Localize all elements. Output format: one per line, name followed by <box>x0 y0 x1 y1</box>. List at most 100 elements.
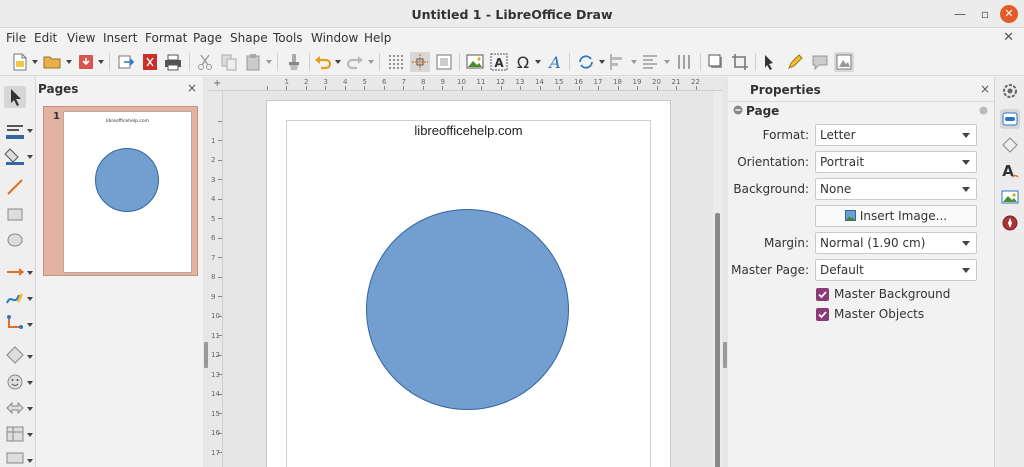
print-icon[interactable] <box>163 52 183 72</box>
new-document-icon[interactable] <box>10 52 30 72</box>
export-icon[interactable] <box>116 52 136 72</box>
paste-icon[interactable] <box>243 52 263 72</box>
navigator-deck-icon[interactable] <box>1000 213 1020 233</box>
chevron-down-icon[interactable] <box>599 59 605 65</box>
circle-shape[interactable] <box>366 209 569 410</box>
minimize-icon[interactable]: — <box>952 6 968 22</box>
chevron-down-icon[interactable] <box>27 380 33 386</box>
close-window-icon[interactable]: ✕ <box>1000 5 1018 23</box>
save-icon[interactable] <box>76 52 96 72</box>
chevron-down-icon[interactable] <box>98 59 104 65</box>
redo-icon[interactable] <box>345 52 365 72</box>
sidebar-settings-icon[interactable] <box>1000 81 1020 101</box>
clone-formatting-icon[interactable] <box>284 52 304 72</box>
open-folder-icon[interactable] <box>42 52 62 72</box>
glue-points-icon[interactable] <box>810 52 830 72</box>
chevron-down-icon[interactable] <box>27 128 33 134</box>
drawing-page[interactable]: libreofficehelp.com <box>267 101 670 467</box>
menu-shape[interactable]: Shape <box>230 31 268 45</box>
chevron-down-icon[interactable] <box>27 270 33 276</box>
select-arrow-icon[interactable] <box>4 86 26 108</box>
chevron-down-icon[interactable] <box>535 59 541 65</box>
menu-page[interactable]: Page <box>193 31 222 45</box>
master-background-label[interactable]: Master Background <box>834 287 950 301</box>
format-select[interactable]: Letter <box>815 124 977 146</box>
properties-deck-icon[interactable] <box>1000 109 1020 129</box>
callouts-icon[interactable] <box>4 449 26 467</box>
arrange-icon[interactable] <box>640 52 660 72</box>
margin-select[interactable]: Normal (1.90 cm) <box>815 232 977 254</box>
chevron-down-icon[interactable] <box>335 59 341 65</box>
toggle-extrusion-icon[interactable] <box>785 52 805 72</box>
master-background-checkbox[interactable] <box>816 288 829 301</box>
drawing-canvas[interactable]: libreofficehelp.com <box>223 91 713 467</box>
chevron-down-icon[interactable] <box>27 432 33 438</box>
show-draw-functions-icon[interactable] <box>834 52 854 72</box>
splitter-handle[interactable] <box>204 342 208 368</box>
symbol-shapes-icon[interactable] <box>4 371 26 393</box>
fontwork-icon[interactable]: A <box>545 52 565 72</box>
copy-icon[interactable] <box>219 52 239 72</box>
orientation-select[interactable]: Portrait <box>815 151 977 173</box>
zoom-page-icon[interactable] <box>434 52 454 72</box>
transformations-icon[interactable] <box>576 52 596 72</box>
crop-icon[interactable] <box>730 52 750 72</box>
fill-color-icon[interactable] <box>4 145 26 167</box>
connector-tool-icon[interactable] <box>4 313 26 335</box>
scrollbar-thumb[interactable] <box>715 213 720 467</box>
chevron-down-icon[interactable] <box>27 322 33 328</box>
undo-icon[interactable] <box>313 52 333 72</box>
insert-image-button[interactable]: Insert Image... <box>815 205 977 227</box>
menu-format[interactable]: Format <box>145 31 187 45</box>
menu-file[interactable]: File <box>6 31 26 45</box>
master-objects-label[interactable]: Master Objects <box>834 307 924 321</box>
line-tool-icon[interactable] <box>4 176 26 198</box>
chevron-down-icon[interactable] <box>664 59 670 65</box>
splitter-handle[interactable] <box>723 342 727 368</box>
helplines-icon[interactable] <box>410 52 430 72</box>
vertical-scrollbar[interactable] <box>713 91 722 467</box>
flowchart-icon[interactable] <box>4 423 26 445</box>
chevron-down-icon[interactable] <box>27 354 33 360</box>
insert-image-icon[interactable] <box>465 52 485 72</box>
background-select[interactable]: None <box>815 178 977 200</box>
chevron-down-icon[interactable] <box>27 154 33 160</box>
chevron-down-icon[interactable] <box>32 59 38 65</box>
cut-icon[interactable] <box>195 52 215 72</box>
menu-insert[interactable]: Insert <box>103 31 137 45</box>
insert-textbox-icon[interactable]: A <box>489 52 509 72</box>
chevron-down-icon[interactable] <box>631 59 637 65</box>
page-thumbnail[interactable]: libreofficehelp.com <box>63 111 192 273</box>
master-page-select[interactable]: Default <box>815 259 977 281</box>
menu-tools[interactable]: Tools <box>273 31 303 45</box>
curve-tool-icon[interactable] <box>4 287 26 309</box>
chevron-down-icon[interactable] <box>266 59 272 65</box>
chevron-down-icon[interactable] <box>66 59 72 65</box>
rectangle-tool-icon[interactable] <box>4 203 26 225</box>
gallery-deck-icon[interactable] <box>1000 187 1020 207</box>
master-objects-checkbox[interactable] <box>816 308 829 321</box>
chevron-down-icon[interactable] <box>368 59 374 65</box>
close-icon[interactable]: × <box>187 81 197 95</box>
close-icon[interactable]: × <box>980 82 990 96</box>
collapse-icon[interactable] <box>733 105 743 115</box>
grid-icon[interactable] <box>386 52 406 72</box>
points-icon[interactable] <box>760 52 780 72</box>
close-document-icon[interactable]: ✕ <box>1003 30 1014 45</box>
page-thumbnail-selected[interactable]: 1 libreofficehelp.com <box>43 106 198 276</box>
styles-deck-icon[interactable] <box>1000 135 1020 155</box>
arrow-line-icon[interactable] <box>4 261 26 283</box>
character-deck-icon[interactable]: A <box>1000 161 1020 181</box>
page-text[interactable]: libreofficehelp.com <box>267 123 670 138</box>
distribute-icon[interactable] <box>674 52 694 72</box>
menu-edit[interactable]: Edit <box>34 31 57 45</box>
chevron-down-icon[interactable] <box>27 296 33 302</box>
shadow-icon[interactable] <box>706 52 726 72</box>
block-arrows-icon[interactable] <box>4 397 26 419</box>
line-color-icon[interactable] <box>4 120 26 142</box>
menu-window[interactable]: Window <box>311 31 358 45</box>
special-character-icon[interactable]: Ω <box>513 52 533 72</box>
align-icon[interactable] <box>608 52 628 72</box>
maximize-icon[interactable]: ▫ <box>977 6 993 22</box>
menu-help[interactable]: Help <box>364 31 391 45</box>
